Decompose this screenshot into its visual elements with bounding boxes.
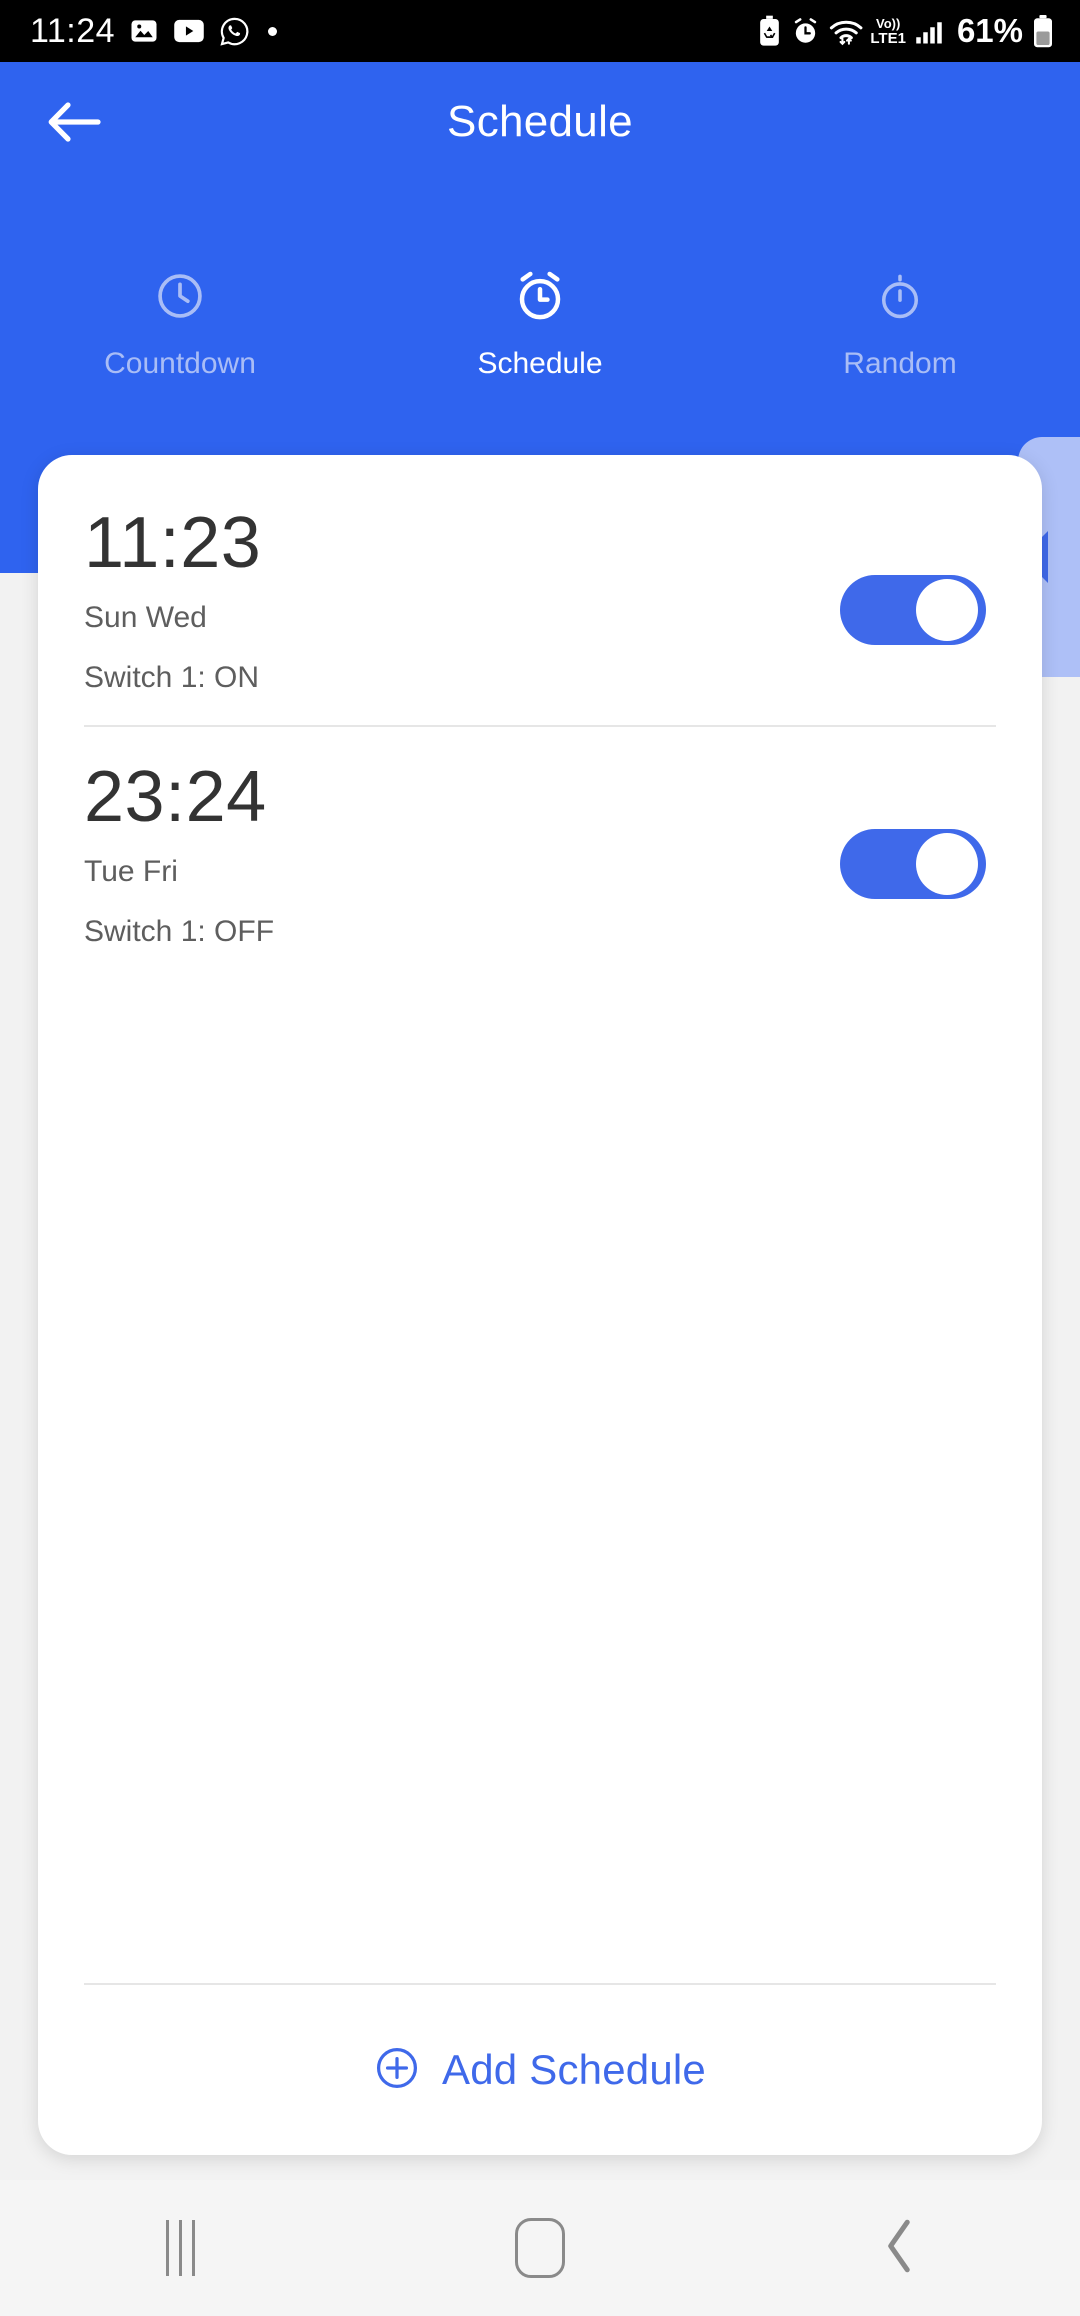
volte-icon: Vo)) LTE1	[870, 15, 906, 47]
photos-icon	[129, 16, 159, 46]
schedule-card: 11:23 Sun Wed Switch 1: ON 23:24 Tue Fri…	[38, 455, 1042, 2155]
schedule-list-item[interactable]: 11:23 Sun Wed Switch 1: ON	[38, 473, 1042, 725]
page-title: Schedule	[447, 97, 633, 146]
back-icon	[883, 2217, 917, 2280]
schedule-enable-toggle[interactable]	[840, 829, 986, 899]
schedule-info: 11:23 Sun Wed Switch 1: ON	[84, 507, 261, 695]
schedule-list-item[interactable]: 23:24 Tue Fri Switch 1: OFF	[38, 727, 1042, 979]
tab-random[interactable]: Random	[720, 265, 1080, 381]
schedule-time: 11:23	[84, 503, 262, 583]
wifi-icon	[829, 16, 865, 46]
android-nav-bar	[0, 2180, 1080, 2316]
toggle-knob	[916, 833, 978, 895]
tab-random-label: Random	[843, 347, 957, 380]
alarm-icon	[791, 17, 820, 46]
home-button[interactable]	[360, 2218, 720, 2278]
schedule-action: Switch 1: ON	[84, 661, 260, 694]
plus-circle-icon	[374, 2045, 420, 2096]
youtube-icon	[173, 16, 205, 46]
tab-countdown[interactable]: Countdown	[0, 265, 360, 381]
schedule-list: 11:23 Sun Wed Switch 1: ON 23:24 Tue Fri…	[38, 455, 1042, 1983]
battery-percent-label: 61%	[956, 12, 1023, 49]
clock-icon	[154, 265, 206, 327]
tab-countdown-label: Countdown	[104, 347, 256, 380]
schedule-time: 23:24	[84, 757, 267, 837]
schedule-days: Sun Wed	[84, 601, 207, 634]
app-bar: Schedule	[0, 62, 1080, 182]
schedule-action: Switch 1: OFF	[84, 915, 275, 948]
toggle-knob	[916, 579, 978, 641]
signal-bars-icon	[915, 16, 945, 46]
dot-indicator-icon	[268, 26, 278, 36]
battery-icon	[1032, 14, 1054, 48]
add-schedule-button[interactable]: Add Schedule	[38, 1985, 1042, 2155]
back-nav-button[interactable]	[720, 2217, 1080, 2280]
mode-tabs: Countdown Schedule Random	[0, 265, 1080, 381]
add-schedule-label: Add Schedule	[442, 2046, 706, 2093]
tab-schedule[interactable]: Schedule	[360, 265, 720, 381]
status-bar-left: 11:24	[30, 11, 278, 51]
schedule-enable-toggle[interactable]	[840, 575, 986, 645]
back-button[interactable]	[36, 84, 112, 160]
status-bar-clock: 11:24	[30, 11, 116, 50]
status-bar: 11:24 Vo)) LTE1 61%	[0, 0, 1080, 62]
schedule-days: Tue Fri	[84, 855, 178, 888]
arrow-left-icon	[48, 102, 101, 142]
home-icon	[515, 2218, 565, 2278]
battery-saver-icon	[757, 15, 782, 47]
tab-schedule-label: Schedule	[477, 347, 603, 380]
whatsapp-icon	[219, 16, 250, 47]
recents-button[interactable]	[0, 2220, 360, 2276]
alarm-clock-icon	[513, 265, 567, 327]
schedule-info: 23:24 Tue Fri Switch 1: OFF	[84, 761, 274, 949]
stopwatch-icon	[875, 265, 925, 327]
recents-icon	[165, 2220, 195, 2276]
phone-screen: 11:24 Vo)) LTE1 61% Schedule Countdown S…	[0, 0, 1080, 2316]
status-bar-right: Vo)) LTE1 61%	[757, 12, 1054, 50]
